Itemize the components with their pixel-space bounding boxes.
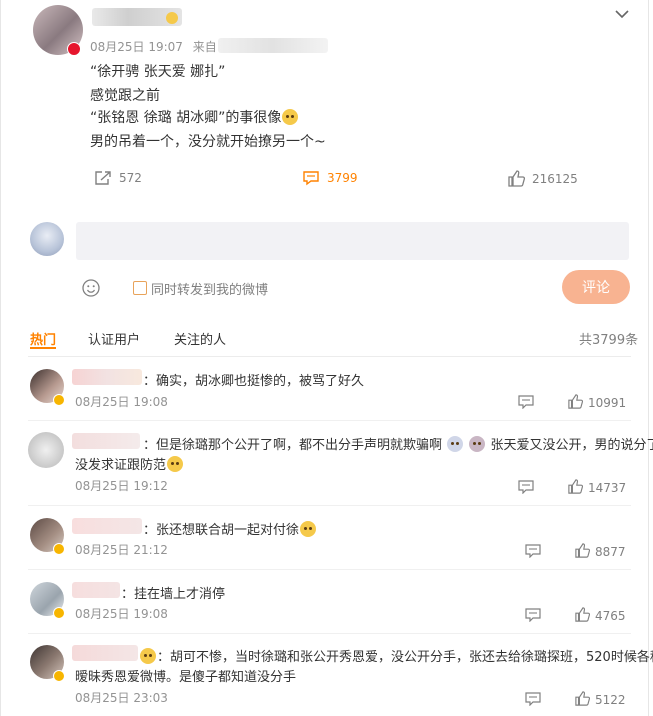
post-line-2: 感觉跟之前: [90, 88, 160, 104]
comment-icon: [303, 171, 319, 186]
post-line-3-text: “张铭恩 徐璐 胡冰卿”的事很像: [90, 110, 282, 126]
crying-emoji-icon: [300, 521, 317, 537]
repost-to-my-weibo-checkbox[interactable]: [133, 281, 147, 295]
commenter-name-blurred[interactable]: [72, 645, 138, 661]
comment-text-content: ：张还想联合胡一起对付徐: [143, 523, 300, 538]
commenter-name-blurred[interactable]: [72, 433, 140, 449]
comment-like-count: 10991: [588, 396, 627, 410]
like-count: 216125: [532, 171, 578, 186]
crying-emoji-icon: [167, 456, 184, 472]
post-source-prefix: 来自: [192, 40, 217, 54]
right-border: [648, 0, 649, 716]
comment-text-line-1: ：胡可不惨，当时徐璐和张公开秀恩爱，没公开分手，张还去给徐璐探班，520时候各种: [157, 650, 653, 665]
commenter-name-blurred[interactable]: [72, 582, 120, 598]
comment-divider: [28, 633, 631, 634]
comment-like-count: 14737: [588, 481, 627, 495]
tab-following[interactable]: 关注的人: [174, 329, 226, 348]
total-comments: 共3799条: [579, 333, 639, 348]
comment-like-count: 5122: [595, 693, 626, 707]
thumbs-up-icon[interactable]: [568, 479, 584, 498]
chevron-down-icon[interactable]: [615, 4, 629, 23]
reply-icon[interactable]: [525, 543, 541, 562]
comment-time: 08月25日 19:08: [75, 395, 168, 409]
tab-verified-users[interactable]: 认证用户: [88, 329, 140, 348]
verified-badge: [53, 607, 65, 619]
tab-hot-underline: [30, 347, 56, 349]
comment-text-line-2: 暧昧秀恩爱微博。是傻子都知道没分手: [75, 670, 297, 685]
verified-badge: [53, 394, 65, 406]
poster-name-emoji: [166, 12, 178, 24]
comment-divider: [28, 420, 631, 421]
repost-button[interactable]: 572: [94, 170, 142, 186]
post-time-text[interactable]: 08月25日 19:07: [90, 40, 183, 54]
comment-time: 08月25日 21:12: [75, 543, 168, 557]
comment-count: 3799: [327, 171, 358, 185]
commenter-name-blurred[interactable]: [72, 518, 142, 534]
repost-count: 572: [119, 171, 142, 185]
thumbs-up-icon: [508, 170, 525, 187]
thumbs-up-icon[interactable]: [575, 543, 591, 562]
reply-icon[interactable]: [518, 394, 534, 413]
comment-text-line-2: 没发求证跟防范: [75, 454, 184, 473]
comment-divider: [28, 569, 631, 570]
thumbs-up-icon[interactable]: [575, 607, 591, 626]
emoji-picker-icon[interactable]: [82, 279, 100, 301]
repost-icon: [95, 171, 111, 185]
comment-text: ：挂在墙上才消停: [121, 587, 226, 602]
post-source-blurred: [218, 38, 328, 53]
post-time[interactable]: 08月25日 19:07 来自: [90, 38, 217, 55]
reply-icon[interactable]: [525, 691, 541, 710]
tabs-divider: [28, 356, 631, 357]
verified-badge: [53, 670, 65, 682]
comment-text: ：张还想联合胡一起对付徐: [143, 519, 317, 538]
tab-hot[interactable]: 热门: [30, 329, 56, 348]
submit-comment-button[interactable]: 评论: [562, 270, 630, 304]
comment-time: 08月25日 19:12: [75, 479, 168, 493]
comment-text-part-2: 张天爱又没公开，男的说分了都: [490, 438, 653, 453]
reply-icon[interactable]: [525, 607, 541, 626]
commenter-avatar[interactable]: [28, 432, 64, 468]
comment-text-part-1: ：但是徐璐那个公开了啊，都不出分手声明就欺骗啊: [143, 438, 443, 453]
post-line-4: 男的吊着一个，没分就开始撩另一个~: [90, 134, 326, 150]
comment-like-count: 4765: [595, 609, 626, 623]
my-avatar[interactable]: [30, 222, 64, 256]
post-line-1: “徐开骋 张天爱 娜扎”: [90, 64, 226, 80]
comment-button[interactable]: 3799: [302, 170, 358, 186]
comment-text: ：但是徐璐那个公开了啊，都不出分手声明就欺骗啊 张天爱又没公开，男的说分了都: [143, 434, 653, 453]
comment-text: ：胡可不惨，当时徐璐和张公开秀恩爱，没公开分手，张还去给徐璐探班，520时候各种: [139, 646, 653, 665]
comment-like-count: 8877: [595, 545, 626, 559]
avatar-emoji-icon: [447, 436, 464, 452]
doge-emoji-icon: [282, 109, 299, 125]
commenter-name-blurred[interactable]: [72, 369, 142, 385]
thumbs-up-icon[interactable]: [575, 691, 591, 710]
heart-eyes-emoji-icon: [140, 648, 156, 664]
comment-time: 08月25日 23:03: [75, 691, 168, 705]
post-line-3: “张铭恩 徐璐 胡冰卿”的事很像: [90, 107, 299, 127]
verified-badge: [53, 543, 65, 555]
comment-input[interactable]: [76, 222, 629, 260]
left-border: [0, 0, 1, 716]
repost-to-my-weibo-label: 同时转发到我的微博: [151, 283, 269, 298]
verified-badge: [67, 42, 81, 56]
comment-divider: [28, 505, 631, 506]
thumbs-up-icon[interactable]: [568, 394, 584, 413]
comment-text: ：确实，胡冰卿也挺惨的，被骂了好久: [143, 374, 365, 389]
comment-text-line-2-text: 没发求证跟防范: [75, 458, 167, 473]
avatar-emoji-icon: [469, 436, 486, 452]
reply-icon[interactable]: [518, 479, 534, 498]
like-button[interactable]: 216125: [508, 170, 578, 187]
comment-time: 08月25日 19:08: [75, 607, 168, 621]
